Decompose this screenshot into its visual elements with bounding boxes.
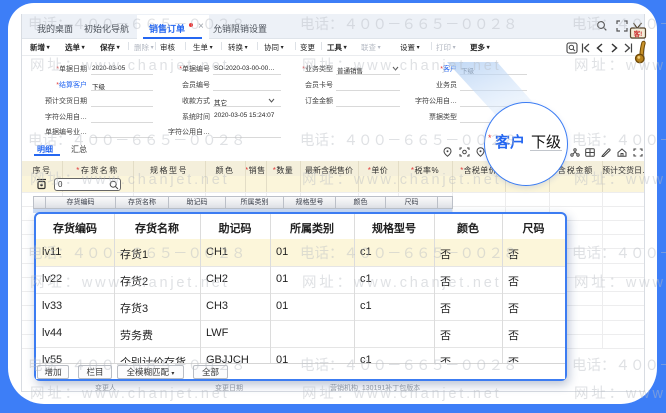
svg-text:客!: 客! <box>633 29 643 38</box>
